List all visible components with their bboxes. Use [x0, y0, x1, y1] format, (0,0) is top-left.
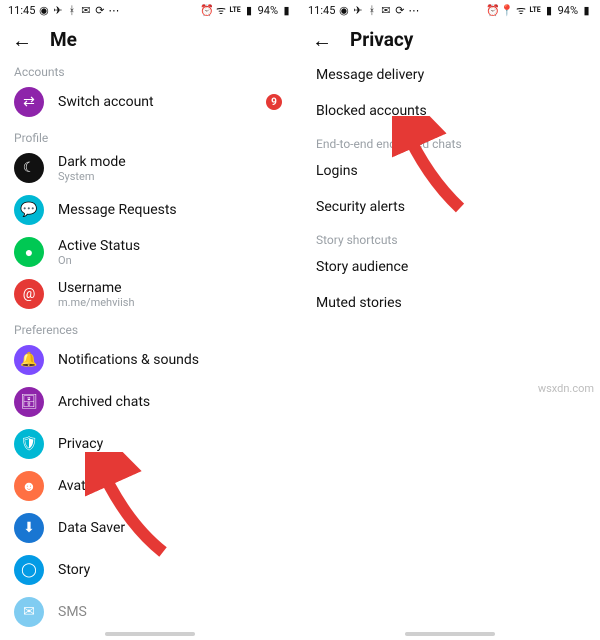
- switch-account-icon: ⇄: [14, 87, 44, 117]
- privacy-label: Privacy: [58, 436, 286, 452]
- section-preferences: Preferences: [0, 315, 300, 339]
- home-indicator[interactable]: [405, 632, 495, 636]
- switch-account-label: Switch account: [58, 94, 252, 110]
- row-data-saver[interactable]: ⬇ Data Saver: [0, 507, 300, 549]
- battery-icon: ▮: [581, 5, 592, 16]
- row-security-alerts[interactable]: Security alerts: [300, 189, 600, 225]
- sms-label: SMS: [58, 604, 286, 620]
- bluetooth-icon: ᚼ: [66, 5, 77, 16]
- message-requests-label: Message Requests: [58, 202, 286, 218]
- active-status-label: Active Status: [58, 238, 286, 254]
- row-sms[interactable]: ✉ SMS: [0, 591, 300, 633]
- row-blocked-accounts[interactable]: Blocked accounts: [300, 93, 600, 129]
- active-status-sub: On: [58, 254, 286, 267]
- sms-icon: ✉: [14, 597, 44, 627]
- alarm-icon: ⏰: [488, 5, 499, 16]
- section-profile: Profile: [0, 123, 300, 147]
- phone-left: 11:45 ◉ ✈ ᚼ ✉ ⟳ ⋯ ⏰ ᯤ LTE ▮ 94% ▮ ← Me A…: [0, 0, 300, 640]
- wifi-icon: ᯤ: [216, 5, 227, 16]
- username-sub: m.me/mehviish: [58, 296, 286, 309]
- status-left-r: 11:45 ◉ ✈ ᚼ ✉ ⟳ ⋯: [308, 4, 419, 17]
- telegram-icon: ✈: [352, 5, 363, 16]
- row-notifications[interactable]: 🔔 Notifications & sounds: [0, 339, 300, 381]
- row-story[interactable]: ◯ Story: [0, 549, 300, 591]
- archived-label: Archived chats: [58, 394, 286, 410]
- alarm-icon: ⏰: [202, 5, 213, 16]
- switch-account-badge: 9: [266, 94, 282, 110]
- whatsapp-icon: ◉: [338, 5, 349, 16]
- dark-mode-sub: System: [58, 170, 286, 183]
- row-message-delivery[interactable]: Message delivery: [300, 57, 600, 93]
- page-title: Me: [50, 28, 77, 51]
- row-message-requests[interactable]: 💬 Message Requests: [0, 189, 300, 231]
- avatar-label: Avatar: [58, 478, 286, 494]
- row-logins[interactable]: Logins: [300, 153, 600, 189]
- row-story-audience[interactable]: Story audience: [300, 249, 600, 285]
- row-dark-mode[interactable]: ☾ Dark mode System: [0, 147, 300, 189]
- row-avatar[interactable]: ☻ Avatar: [0, 465, 300, 507]
- active-icon: ●: [14, 237, 44, 267]
- back-icon[interactable]: ←: [12, 30, 32, 50]
- status-time: 11:45: [8, 4, 35, 17]
- signal-icon: ▮: [544, 5, 555, 16]
- header-right: ← Privacy: [300, 18, 600, 57]
- status-bar: 11:45 ◉ ✈ ᚼ ✉ ⟳ ⋯ ⏰ ᯤ LTE ▮ 94% ▮: [0, 0, 300, 18]
- row-username[interactable]: @ Username m.me/mehviish: [0, 273, 300, 315]
- at-icon: @: [14, 279, 44, 309]
- location-icon: 📍: [502, 5, 513, 16]
- header-left: ← Me: [0, 18, 300, 57]
- whatsapp-icon: ◉: [38, 5, 49, 16]
- shield-icon: 🛡: [14, 429, 44, 459]
- status-right: ⏰ ᯤ LTE ▮ 94% ▮: [202, 4, 292, 17]
- notifications-label: Notifications & sounds: [58, 352, 286, 368]
- status-time-r: 11:45: [308, 4, 335, 17]
- row-archived[interactable]: 🗄 Archived chats: [0, 381, 300, 423]
- row-privacy[interactable]: 🛡 Privacy: [0, 423, 300, 465]
- chat-icon: 💬: [14, 195, 44, 225]
- row-switch-account[interactable]: ⇄ Switch account 9: [0, 81, 300, 123]
- home-indicator[interactable]: [105, 632, 195, 636]
- telegram-icon: ✈: [52, 5, 63, 16]
- story-icon: ◯: [14, 555, 44, 585]
- avatar-icon: ☻: [14, 471, 44, 501]
- dark-mode-label: Dark mode: [58, 154, 286, 170]
- mail-icon: ✉: [380, 5, 391, 16]
- battery-pct: 94%: [258, 4, 278, 17]
- moon-icon: ☾: [14, 153, 44, 183]
- data-saver-icon: ⬇: [14, 513, 44, 543]
- back-icon[interactable]: ←: [312, 30, 332, 50]
- status-left: 11:45 ◉ ✈ ᚼ ✉ ⟳ ⋯: [8, 4, 119, 17]
- bell-icon: 🔔: [14, 345, 44, 375]
- battery-pct-r: 94%: [558, 4, 578, 17]
- page-title-r: Privacy: [350, 28, 413, 51]
- battery-icon: ▮: [281, 5, 292, 16]
- archive-icon: 🗄: [14, 387, 44, 417]
- row-active-status[interactable]: ● Active Status On: [0, 231, 300, 273]
- volte-icon: LTE: [530, 5, 541, 16]
- data-saver-label: Data Saver: [58, 520, 286, 536]
- bluetooth-icon: ᚼ: [366, 5, 377, 16]
- mail-icon: ✉: [80, 5, 91, 16]
- watermark: wsxdn.com: [538, 382, 594, 395]
- sync-icon: ⟳: [394, 5, 405, 16]
- status-bar-right: 11:45 ◉ ✈ ᚼ ✉ ⟳ ⋯ ⏰ 📍 ᯤ LTE ▮ 94% ▮: [300, 0, 600, 18]
- more-icon: ⋯: [108, 5, 119, 16]
- username-label: Username: [58, 280, 286, 296]
- section-story-shortcuts: Story shortcuts: [300, 225, 600, 249]
- section-accounts: Accounts: [0, 57, 300, 81]
- phone-right: 11:45 ◉ ✈ ᚼ ✉ ⟳ ⋯ ⏰ 📍 ᯤ LTE ▮ 94% ▮ ← Pr…: [300, 0, 600, 640]
- wifi-icon: ᯤ: [516, 5, 527, 16]
- row-muted-stories[interactable]: Muted stories: [300, 285, 600, 321]
- signal-icon: ▮: [244, 5, 255, 16]
- section-e2e: End-to-end encrypted chats: [300, 129, 600, 153]
- status-right-r: ⏰ 📍 ᯤ LTE ▮ 94% ▮: [488, 4, 592, 17]
- story-label: Story: [58, 562, 286, 578]
- sync-icon: ⟳: [94, 5, 105, 16]
- volte-icon: LTE: [230, 5, 241, 16]
- more-icon: ⋯: [408, 5, 419, 16]
